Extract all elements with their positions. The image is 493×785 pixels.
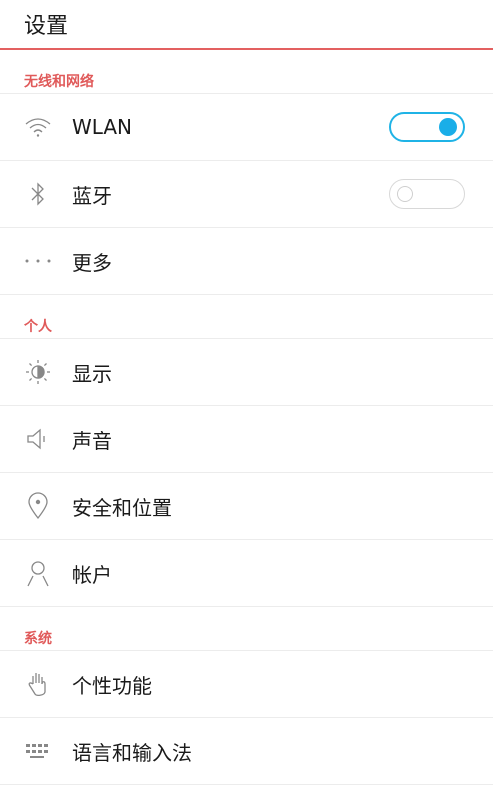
location-pin-icon — [24, 492, 52, 520]
page-title: 设置 — [24, 14, 69, 39]
wifi-icon — [24, 113, 52, 141]
section-title-system: 系统 — [0, 607, 493, 651]
settings-item-label: 蓝牙 — [72, 183, 112, 208]
settings-item-language-input[interactable]: 语言和输入法 — [0, 718, 493, 785]
settings-item-bluetooth[interactable]: 蓝牙 — [0, 161, 493, 228]
hand-gesture-icon — [24, 670, 52, 698]
settings-item-label: 安全和位置 — [72, 495, 172, 520]
section-title-wireless: 无线和网络 — [0, 50, 493, 94]
bluetooth-toggle[interactable] — [389, 179, 465, 209]
settings-item-security-location[interactable]: 安全和位置 — [0, 473, 493, 540]
bluetooth-icon — [24, 180, 52, 208]
account-icon — [24, 559, 52, 587]
app-header: 设置 — [0, 0, 493, 50]
settings-item-label: 声音 — [72, 428, 112, 453]
settings-item-label: 更多 — [72, 250, 112, 275]
section-title-personal: 个人 — [0, 295, 493, 339]
settings-item-display[interactable]: 显示 — [0, 339, 493, 406]
settings-item-more[interactable]: 更多 — [0, 228, 493, 295]
settings-item-label: 帐户 — [72, 562, 112, 587]
settings-item-label: WLAN — [72, 115, 133, 139]
settings-item-account[interactable]: 帐户 — [0, 540, 493, 607]
brightness-icon — [24, 358, 52, 386]
settings-item-wlan[interactable]: WLAN — [0, 94, 493, 161]
settings-item-personal-features[interactable]: 个性功能 — [0, 651, 493, 718]
toggle-knob — [439, 118, 457, 136]
settings-item-label: 个性功能 — [72, 673, 152, 698]
keyboard-icon — [24, 737, 52, 765]
wlan-toggle[interactable] — [389, 112, 465, 142]
settings-item-label: 显示 — [72, 361, 112, 386]
settings-item-label: 语言和输入法 — [72, 740, 192, 765]
settings-item-sound[interactable]: 声音 — [0, 406, 493, 473]
toggle-knob — [397, 186, 413, 202]
more-dots-icon — [24, 247, 52, 275]
speaker-icon — [24, 425, 52, 453]
